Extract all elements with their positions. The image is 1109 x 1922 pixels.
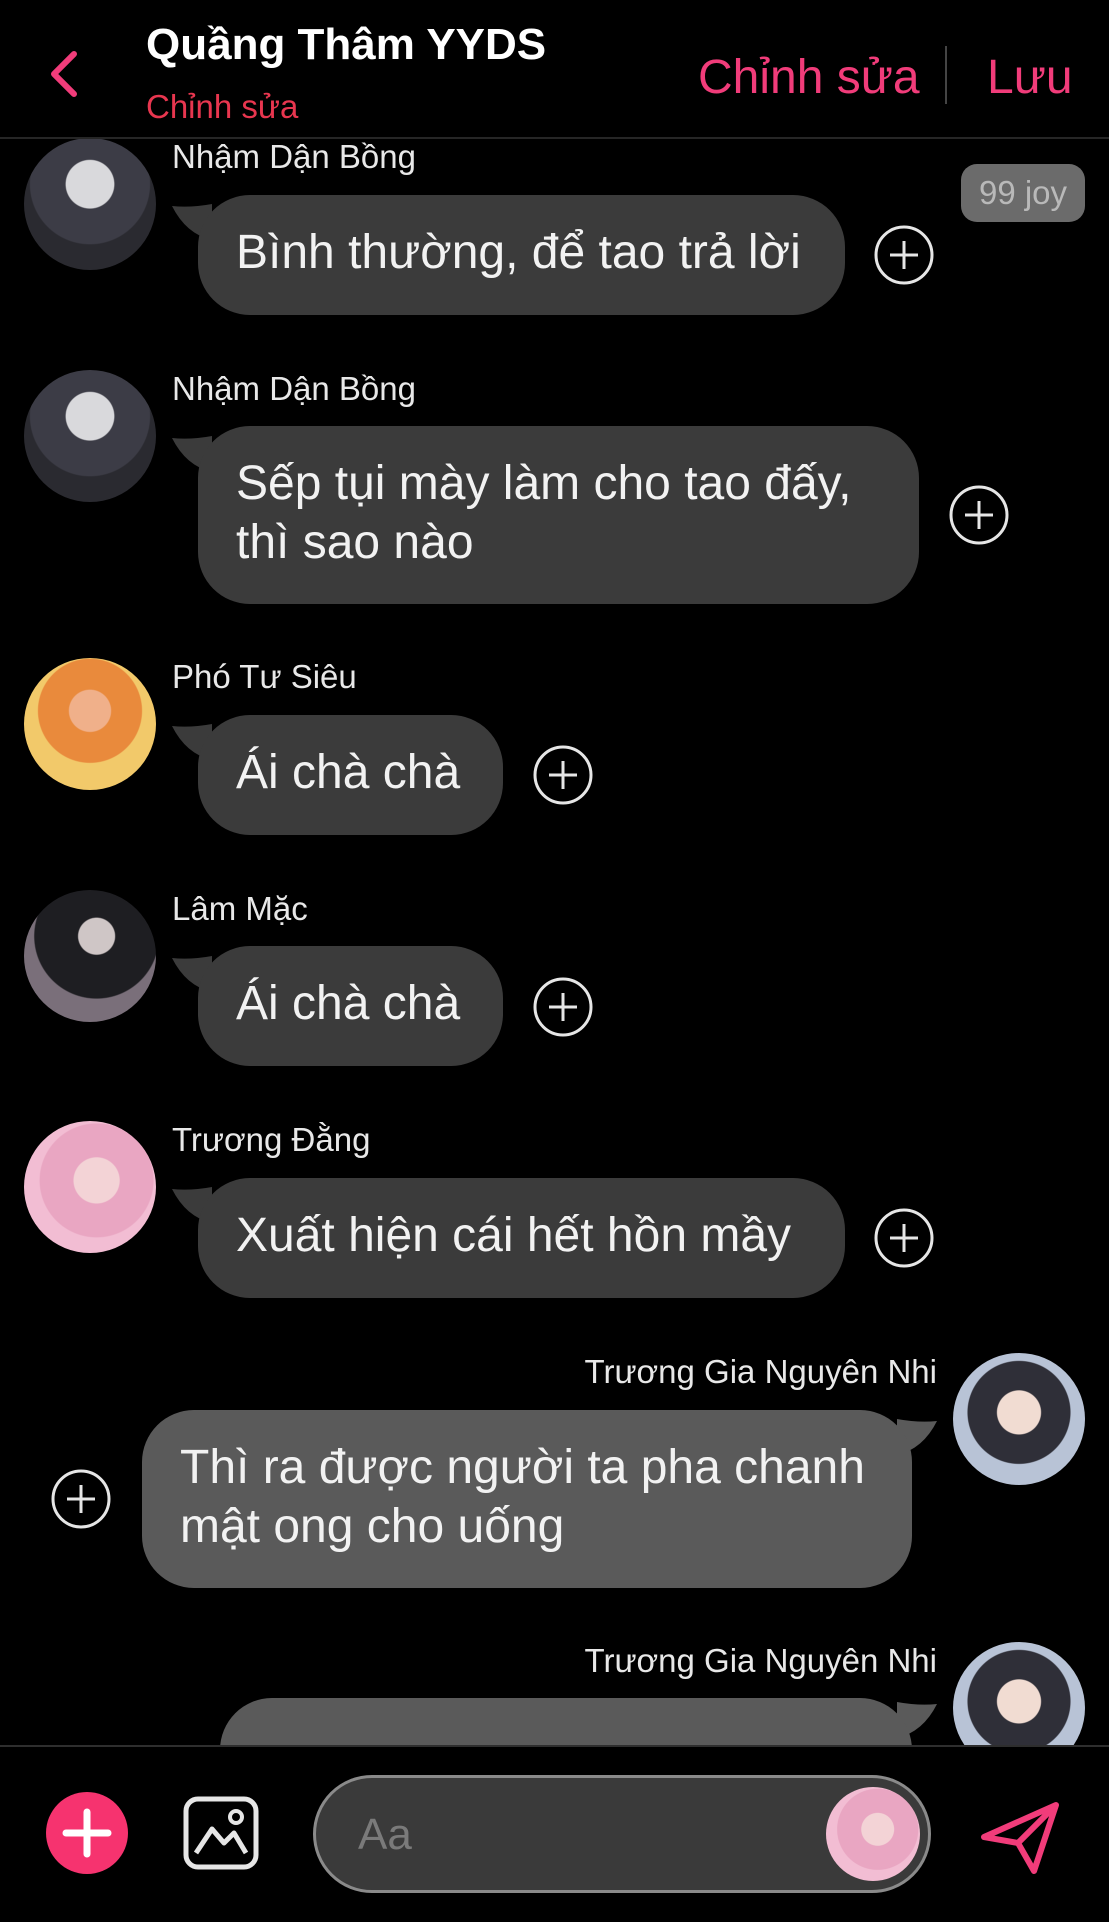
plus-circle-icon[interactable] [948,484,1010,546]
sender-name: Nhậm Dận Bồng [172,138,416,175]
plus-circle-icon[interactable] [873,1207,935,1269]
message-text-line: Thì ra được người ta pha chanh [180,1441,865,1494]
message-text-line: Sếp tụi mày làm cho tao đấy, [236,457,852,510]
chat-title: Quầng Thâm YYDS [146,20,547,69]
image-button[interactable] [182,1795,260,1871]
composer-bar [0,1745,1109,1922]
message-bubble[interactable]: Ái chà chà [198,715,503,835]
plus-circle-icon[interactable] [532,744,594,806]
sender-name: Trương Đằng [172,1121,371,1158]
joy-badge: 99 joy [961,164,1085,222]
sender-name: Phó Tư Siêu [172,658,357,695]
save-button[interactable]: Lưu [987,50,1073,105]
chat-header: Quầng Thâm YYDS Chỉnh sửa Chỉnh sửa Lưu [0,0,1109,139]
persona-avatar[interactable] [826,1787,920,1881]
plus-circle-icon[interactable] [50,1468,112,1530]
send-icon [981,1802,1059,1874]
message-bubble[interactable]: Sếp tụi mày làm cho tao đấy, thì sao nào [198,426,919,604]
chevron-left-icon [51,51,77,97]
message-bubble[interactable]: Bình thường, để tao trả lời [198,195,845,315]
send-button[interactable] [978,1799,1062,1877]
message-bubble[interactable]: Thì ra được người ta pha chanh mật ong c… [142,1410,912,1588]
sender-name: Lâm Mặc [172,890,308,927]
avatar[interactable] [953,1353,1085,1485]
edit-button[interactable]: Chỉnh sửa [698,50,920,105]
plus-circle-icon[interactable] [532,976,594,1038]
avatar[interactable] [24,1121,156,1253]
message-text: Ái chà chà [236,746,461,799]
message-bubble[interactable]: Ái chà chà [198,946,503,1066]
chat-subtitle[interactable]: Chỉnh sửa [146,88,298,126]
message-input[interactable] [356,1806,800,1864]
sender-name: Nhậm Dận Bồng [172,370,416,407]
avatar[interactable] [24,890,156,1022]
sender-name: Trương Gia Nguyên Nhi [584,1642,937,1679]
plus-icon [62,1808,112,1858]
header-divider [945,46,947,104]
image-icon [183,1796,259,1870]
message-text-line: thì sao nào [236,516,474,569]
avatar[interactable] [24,138,156,270]
message-text: Ái chà chà [236,977,461,1030]
message-bubble[interactable]: Xuất hiện cái hết hồn mầy [198,1178,845,1298]
add-button[interactable] [46,1792,128,1874]
avatar[interactable] [24,370,156,502]
back-button[interactable] [44,46,84,102]
avatar[interactable] [24,658,156,790]
message-text-line: mật ong cho uống [180,1500,565,1553]
plus-circle-icon[interactable] [873,224,935,286]
sender-name: Trương Gia Nguyên Nhi [584,1353,937,1390]
message-input-wrapper[interactable] [313,1775,931,1893]
message-text: Xuất hiện cái hết hồn mầy [236,1209,792,1262]
message-text: Bình thường, để tao trả lời [236,226,801,279]
